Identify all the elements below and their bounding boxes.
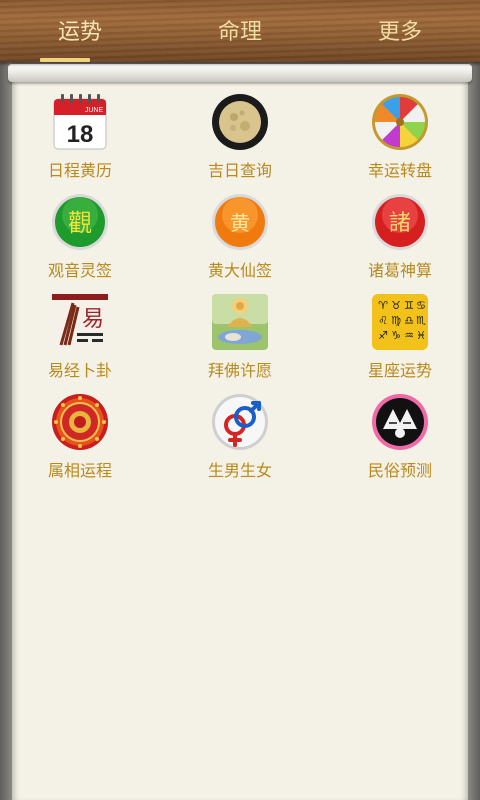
huangdaxian-glyph: 黄 [230, 211, 250, 235]
left-border [0, 62, 12, 800]
buddha-icon [210, 292, 270, 352]
item-yijing-divination[interactable]: 易 易经卜卦 [20, 292, 140, 384]
tab-mingli[interactable]: 命理 [160, 0, 320, 60]
tab-yunshi[interactable]: 运势 [0, 0, 160, 60]
folk-icon [370, 392, 430, 452]
svg-text:♊: ♊ [404, 299, 414, 312]
item-zhuge-divination[interactable]: 諸 诸葛神算 [340, 192, 460, 284]
item-label: 日程黄历 [47, 161, 112, 180]
zhuge-glyph: 諸 [389, 211, 411, 236]
active-tab-indicator [40, 58, 90, 62]
gender-icon [210, 392, 270, 452]
item-label: 观音灵签 [47, 261, 112, 280]
wheel-icon [370, 92, 430, 152]
item-auspicious-day[interactable]: 吉日查询 [180, 92, 300, 184]
svg-text:♌: ♌ [378, 314, 388, 327]
right-border [468, 62, 480, 800]
yijing-icon: 易 [50, 292, 110, 352]
item-label: 拜佛许愿 [207, 361, 272, 380]
item-label: 星座运势 [367, 361, 432, 380]
chinese-zodiac-icon [50, 392, 110, 452]
item-baby-gender[interactable]: 生男生女 [180, 392, 300, 484]
zhuge-icon: 諸 [370, 192, 430, 252]
item-horoscope[interactable]: ♈ ♉ ♊ ♋ ♌ ♍ ♎ ♏ ♐ ♑ ♒ ♓ 星座运势 [340, 292, 460, 384]
calendar-month: JUNE [85, 107, 104, 114]
svg-text:♐: ♐ [378, 329, 388, 342]
item-label: 民俗预测 [367, 461, 432, 480]
svg-text:♉: ♉ [391, 299, 401, 312]
calendar-icon: JUNE 18 [50, 92, 110, 152]
item-lucky-wheel[interactable]: 幸运转盘 [340, 92, 460, 184]
svg-text:♒: ♒ [404, 329, 414, 342]
zodiac-icon: ♈ ♉ ♊ ♋ ♌ ♍ ♎ ♏ ♐ ♑ ♒ ♓ [370, 292, 430, 352]
item-daily-almanac[interactable]: JUNE 18 日程黄历 [20, 92, 140, 184]
item-label: 黄大仙签 [207, 261, 272, 280]
item-label: 幸运转盘 [367, 161, 432, 180]
item-huangdaxian-lot[interactable]: 黄 黄大仙签 [180, 192, 300, 284]
svg-text:♎: ♎ [404, 314, 414, 327]
svg-text:♈: ♈ [378, 299, 388, 312]
item-label: 易经卜卦 [47, 361, 112, 380]
yijing-glyph: 易 [82, 307, 104, 332]
item-buddha-wish[interactable]: 拜佛许愿 [180, 292, 300, 384]
svg-text:♋: ♋ [416, 299, 426, 312]
item-guanyin-lot[interactable]: 觀 观音灵签 [20, 192, 140, 284]
svg-text:♍: ♍ [391, 314, 401, 327]
tab-more[interactable]: 更多 [320, 0, 480, 60]
item-label: 吉日查询 [207, 161, 272, 180]
item-label: 属相运程 [47, 461, 112, 480]
guanyin-icon: 觀 [50, 192, 110, 252]
item-label: 生男生女 [207, 461, 272, 480]
svg-text:♓: ♓ [416, 329, 426, 342]
item-folk-prediction[interactable]: 民俗预测 [340, 392, 460, 484]
top-tab-bar: 运势 命理 更多 [0, 0, 480, 62]
moon-icon [210, 92, 270, 152]
huangdaxian-icon: 黄 [210, 192, 270, 252]
item-label: 诸葛神算 [367, 261, 432, 280]
guanyin-glyph: 觀 [68, 209, 92, 237]
svg-text:♏: ♏ [416, 314, 426, 327]
scroll-roll [8, 64, 472, 82]
svg-text:♑: ♑ [391, 329, 401, 342]
calendar-day: 18 [67, 121, 94, 148]
item-chinese-zodiac-fortune[interactable]: 属相运程 [20, 392, 140, 484]
